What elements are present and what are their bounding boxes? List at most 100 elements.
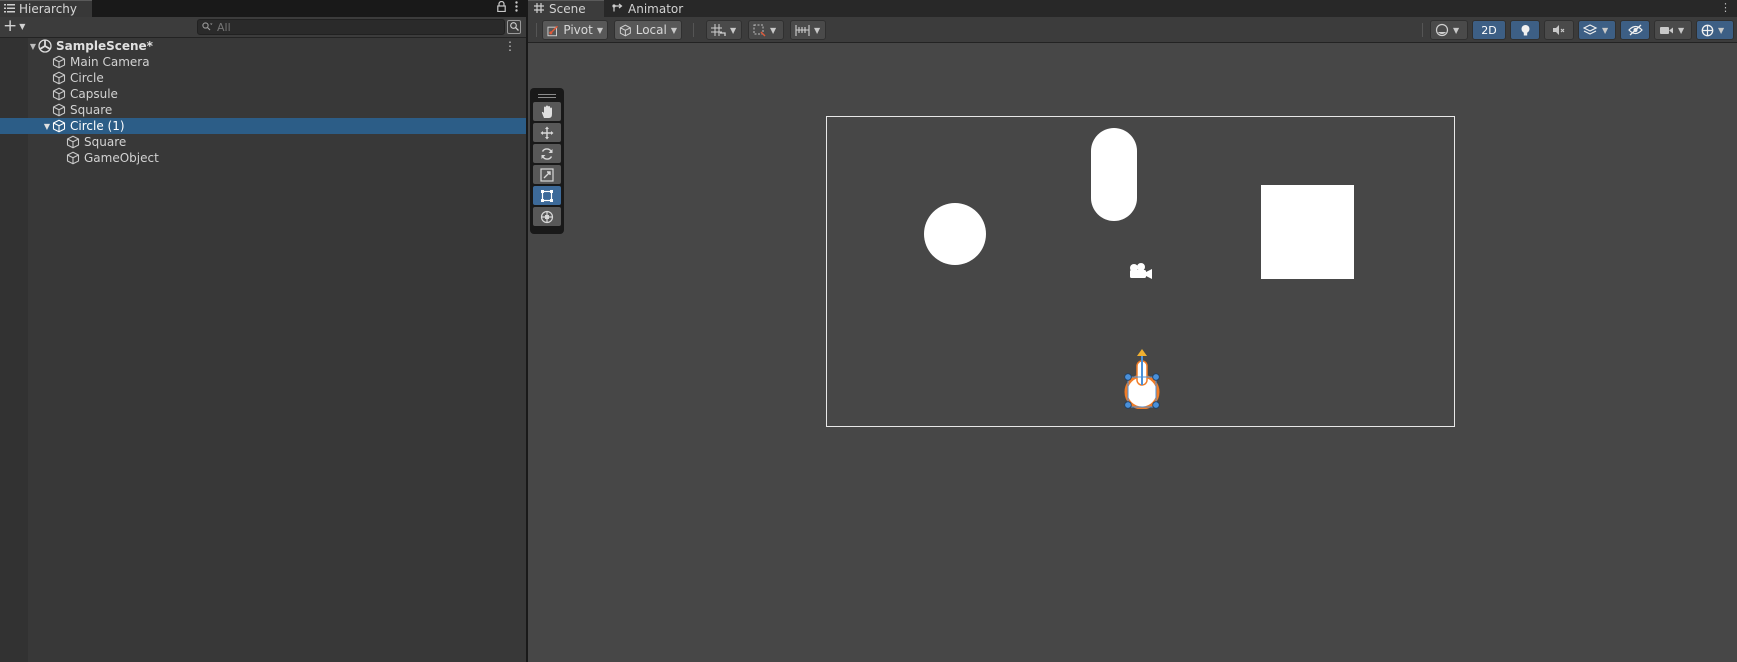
- square-sprite[interactable]: [1261, 185, 1354, 279]
- local-label: Local: [635, 23, 667, 37]
- rect-transform-icon: [541, 189, 553, 202]
- move-rect-tool-gizmo[interactable]: [1120, 347, 1164, 409]
- chevron-down-icon: ▼: [1602, 25, 1609, 35]
- chevron-down-icon: ▼: [814, 25, 821, 35]
- gameobject-cube-icon: [52, 71, 66, 85]
- list-item[interactable]: Main Camera: [0, 54, 526, 70]
- plus-icon: +: [3, 16, 18, 36]
- local-dropdown[interactable]: Local ▼: [614, 20, 682, 40]
- list-item-label: Square: [70, 103, 113, 117]
- hierarchy-tree: ▼ SampleScene* ⋮ Main Camera Circle Caps…: [0, 38, 526, 662]
- audio-toggle[interactable]: [1544, 20, 1574, 40]
- list-item-label: Square: [84, 135, 127, 149]
- rotate-icon: [541, 147, 553, 160]
- expand-arrow-icon[interactable]: ▼: [28, 42, 38, 51]
- kebab-menu-icon[interactable]: ⋮: [1720, 1, 1731, 14]
- video-camera-icon: [1660, 26, 1673, 34]
- chevron-down-icon: ▼: [730, 25, 737, 35]
- search-scene-icon: [509, 22, 519, 31]
- tab-hierarchy[interactable]: Hierarchy: [0, 0, 92, 17]
- grid-snapping-button[interactable]: ▼: [706, 20, 742, 40]
- camera-gizmo-icon[interactable]: [1126, 261, 1156, 281]
- chevron-down-icon: ▼: [19, 22, 26, 31]
- tab-hierarchy-label: Hierarchy: [19, 2, 78, 16]
- gameobject-cube-icon: [52, 103, 66, 117]
- gizmos-dropdown[interactable]: ▼: [1696, 20, 1734, 40]
- scene-toolbar: Pivot ▼ Local ▼ ▼ ▼ ▼ ▼ 2D ▼ ▼ ▼: [528, 17, 1737, 43]
- list-item-label: Capsule: [70, 87, 118, 101]
- scene-viewport[interactable]: [528, 43, 1737, 662]
- hierarchy-toolbar: + ▼: [0, 17, 526, 38]
- tool-palette: [530, 88, 564, 234]
- effects-dropdown[interactable]: ▼: [1578, 20, 1616, 40]
- gameobject-cube-icon: [66, 135, 80, 149]
- move-arrows-icon: [540, 126, 554, 139]
- list-item-label: Circle: [70, 71, 104, 85]
- pivot-dropdown[interactable]: Pivot ▼: [542, 20, 608, 40]
- camera-settings-dropdown[interactable]: ▼: [1654, 20, 1692, 40]
- hand-tool-button[interactable]: [533, 102, 561, 121]
- audio-mute-icon: [1553, 25, 1565, 35]
- gameobject-cube-icon: [52, 55, 66, 69]
- scene-row[interactable]: ▼ SampleScene* ⋮: [0, 38, 526, 54]
- tab-animator[interactable]: Animator: [606, 0, 698, 17]
- tab-animator-label: Animator: [628, 1, 684, 16]
- create-button[interactable]: + ▼: [3, 16, 26, 36]
- chevron-down-icon: ▼: [1678, 25, 1685, 35]
- list-icon: [4, 2, 15, 16]
- eye-hidden-icon: [1627, 24, 1643, 36]
- lighting-toggle[interactable]: [1510, 20, 1540, 40]
- move-tool-button[interactable]: [533, 123, 561, 142]
- increment-snapping-button[interactable]: ▼: [748, 20, 784, 40]
- draw-mode-dropdown[interactable]: ▼: [1430, 20, 1468, 40]
- chevron-down-icon: ▼: [1718, 25, 1725, 35]
- pivot-label: Pivot: [563, 23, 593, 37]
- list-item[interactable]: Square: [0, 134, 526, 150]
- capsule-sprite[interactable]: [1091, 128, 1137, 221]
- gameobject-cube-icon: [66, 151, 80, 165]
- grid-snap-icon: [711, 23, 726, 36]
- list-item[interactable]: Square: [0, 102, 526, 118]
- list-item-label: Main Camera: [70, 55, 150, 69]
- scene-visibility-toggle[interactable]: [1620, 20, 1650, 40]
- search-options-button[interactable]: [507, 20, 521, 34]
- expand-arrow-icon[interactable]: ▼: [42, 122, 52, 131]
- chevron-down-icon: ▼: [1453, 25, 1460, 35]
- lightbulb-icon: [1521, 24, 1529, 35]
- pivot-icon: [547, 25, 558, 36]
- gizmo-globe-icon: [1701, 24, 1714, 36]
- toolbar-grip: [536, 23, 537, 37]
- align-tools-button[interactable]: ▼: [790, 20, 826, 40]
- ruler-icon: [795, 24, 810, 36]
- chevron-down-icon: ▼: [596, 25, 603, 35]
- tab-scene[interactable]: Scene: [528, 0, 604, 17]
- unity-scene-icon: [38, 39, 52, 53]
- transform-combined-icon: [540, 210, 554, 223]
- circle-sprite[interactable]: [924, 203, 986, 265]
- toolbar-separator: [1422, 23, 1423, 37]
- list-item[interactable]: Circle: [0, 70, 526, 86]
- list-item[interactable]: Capsule: [0, 86, 526, 102]
- scene-panel: Scene Animator ⋮ Pivot ▼ Local ▼ ▼ ▼ ▼ ▼…: [528, 0, 1737, 662]
- rect-tool-button[interactable]: [533, 186, 561, 205]
- scene-name: SampleScene*: [56, 39, 153, 53]
- search-icon: [202, 20, 213, 34]
- hierarchy-panel: Hierarchy + ▼ ▼: [0, 0, 526, 662]
- scene-kebab-icon[interactable]: ⋮: [504, 39, 516, 53]
- 2d-mode-toggle[interactable]: 2D: [1472, 20, 1506, 40]
- toolbar-separator: [693, 23, 694, 37]
- rotate-tool-button[interactable]: [533, 144, 561, 163]
- snap-increment-icon: [753, 24, 766, 36]
- list-item-selected[interactable]: ▼ Circle (1): [0, 118, 526, 134]
- lock-icon[interactable]: [497, 0, 506, 15]
- transform-tool-button[interactable]: [533, 207, 561, 226]
- hierarchy-tabbar: Hierarchy: [0, 0, 526, 17]
- scene-tabbar: Scene Animator ⋮: [528, 0, 1737, 17]
- palette-grip[interactable]: [533, 91, 561, 100]
- gameobject-cube-icon: [52, 87, 66, 101]
- tab-scene-label: Scene: [549, 2, 586, 16]
- kebab-menu-icon[interactable]: [515, 1, 518, 15]
- search-input[interactable]: [217, 20, 487, 34]
- list-item[interactable]: GameObject: [0, 150, 526, 166]
- scale-tool-button[interactable]: [533, 165, 561, 184]
